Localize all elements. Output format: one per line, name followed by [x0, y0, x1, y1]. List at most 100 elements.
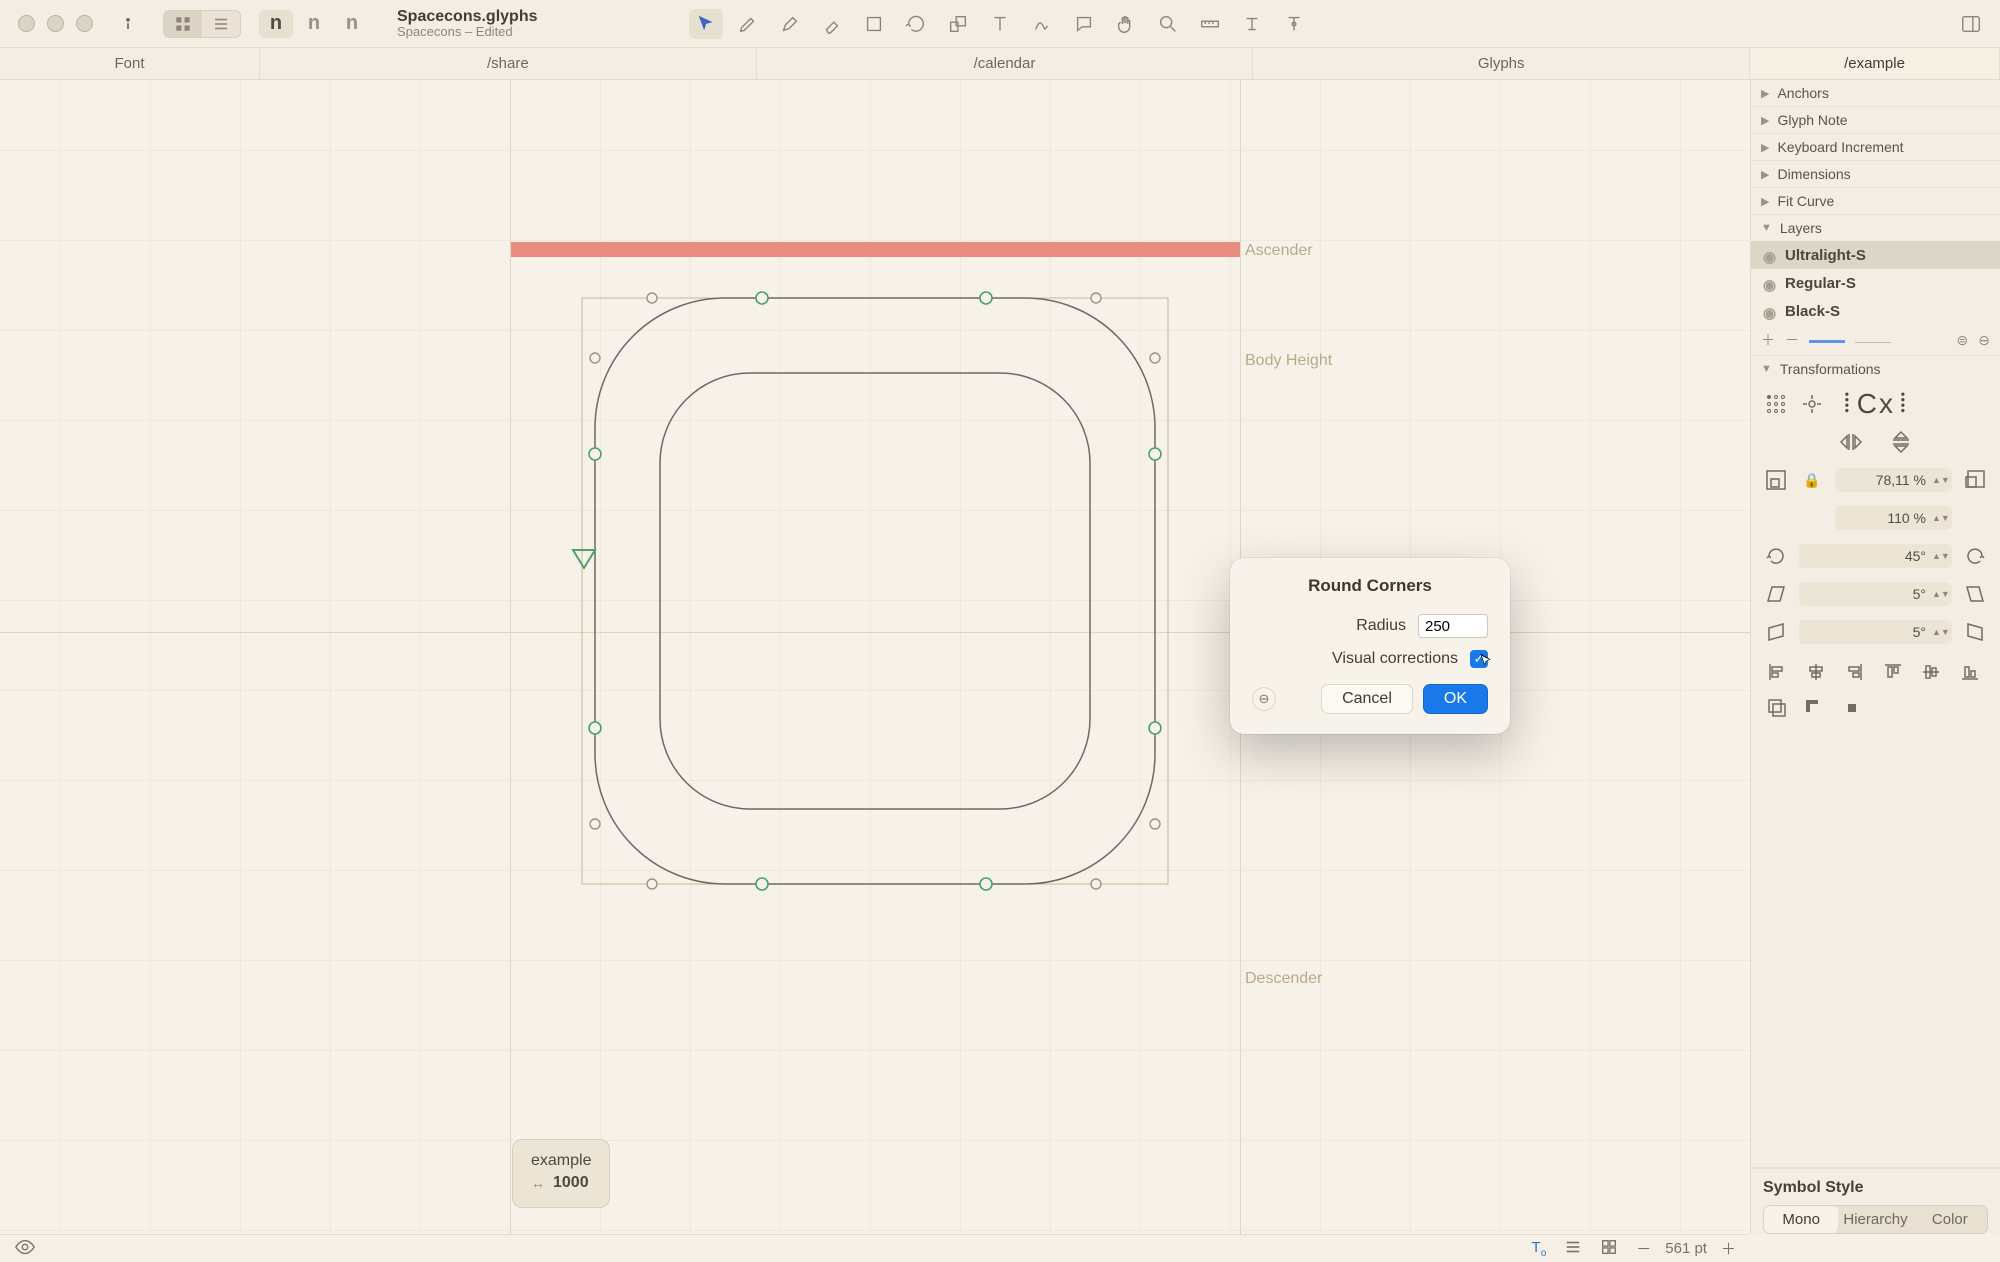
layer-sync-icon[interactable]: ⊜	[1957, 332, 1969, 349]
section-fit-curve[interactable]: ▶Fit Curve	[1751, 188, 2000, 214]
measure-tool[interactable]	[1193, 9, 1227, 39]
stepper-icon[interactable]: ▲▼	[1932, 629, 1944, 635]
rotate-cw-icon[interactable]	[1962, 544, 1988, 568]
scale-y-input[interactable]: 110 %▲▼	[1835, 506, 1952, 530]
layer-black[interactable]: ◉ Black-S	[1751, 297, 2000, 325]
tab-share[interactable]: /share	[260, 48, 757, 79]
transform-origin-center-icon[interactable]	[1799, 392, 1825, 416]
slant-right-icon[interactable]	[1962, 582, 1988, 606]
path-subtract-icon[interactable]	[1800, 696, 1828, 720]
section-transformations[interactable]: ▼Transformations	[1751, 356, 2000, 382]
transform-reference-glyph-icon[interactable]: ⁞Cx⁞	[1843, 388, 1909, 420]
visual-corrections-checkbox[interactable]: ✓	[1470, 650, 1488, 668]
section-anchors[interactable]: ▶Anchors	[1751, 80, 2000, 106]
layer-regular[interactable]: ◉ Regular-S	[1751, 269, 2000, 297]
glyph-info-bubble[interactable]: example ↔ 1000	[512, 1139, 610, 1208]
stepper-icon[interactable]: ▲▼	[1932, 477, 1944, 483]
tab-example[interactable]: /example	[1750, 48, 2000, 79]
section-layers[interactable]: ▼Layers	[1751, 215, 2000, 241]
scale-tool[interactable]	[941, 9, 975, 39]
close-window-button[interactable]	[18, 15, 35, 32]
grid-view-button[interactable]	[164, 11, 202, 37]
glyph-outline[interactable]	[510, 258, 1240, 998]
slant-down-icon[interactable]	[1763, 620, 1789, 644]
flip-horizontal-icon[interactable]	[1838, 430, 1864, 454]
toggle-sidebar-button[interactable]	[1954, 9, 1988, 39]
tab-glyphs[interactable]: Glyphs	[1253, 48, 1750, 79]
section-keyboard-increment[interactable]: ▶Keyboard Increment	[1751, 134, 2000, 160]
text-tool-status-icon[interactable]: To	[1532, 1239, 1547, 1259]
tab-calendar[interactable]: /calendar	[757, 48, 1254, 79]
pencil-tool[interactable]	[773, 9, 807, 39]
zoom-tool[interactable]	[1151, 9, 1185, 39]
section-glyph-note[interactable]: ▶Glyph Note	[1751, 107, 2000, 133]
align-top-icon[interactable]	[1879, 660, 1907, 684]
path-intersect-icon[interactable]	[1838, 696, 1866, 720]
slant-left-icon[interactable]	[1763, 582, 1789, 606]
symbol-style-color[interactable]: Color	[1913, 1206, 1987, 1233]
radius-input[interactable]	[1418, 614, 1488, 638]
zoom-window-button[interactable]	[76, 15, 93, 32]
align-right-icon[interactable]	[1840, 660, 1868, 684]
slant-h-input[interactable]: 5°▲▼	[1799, 582, 1952, 606]
zoom-out-button[interactable]: －	[1636, 1238, 1651, 1259]
info-icon[interactable]	[113, 9, 143, 39]
master-2-button[interactable]: n	[297, 10, 331, 38]
stepper-icon[interactable]: ▲▼	[1932, 591, 1944, 597]
text-tool[interactable]	[983, 9, 1017, 39]
align-center-h-icon[interactable]	[1802, 660, 1830, 684]
status-group-icon[interactable]	[1600, 1238, 1618, 1260]
master-3-button[interactable]: n	[335, 10, 369, 38]
stepper-icon[interactable]: ▲▼	[1932, 553, 1944, 559]
dialog-options-icon[interactable]: ⊖	[1252, 687, 1276, 711]
zoom-value[interactable]: 561 pt	[1665, 1240, 1707, 1257]
align-bottom-icon[interactable]	[1956, 660, 1984, 684]
list-view-button[interactable]	[202, 11, 240, 37]
select-tool[interactable]	[689, 9, 723, 39]
transform-origin-grid-icon[interactable]	[1763, 392, 1789, 416]
comment-tool[interactable]	[1067, 9, 1101, 39]
truetype-tool[interactable]	[1235, 9, 1269, 39]
align-left-icon[interactable]	[1763, 660, 1791, 684]
preview-eye-icon[interactable]	[14, 1236, 36, 1262]
layer-eye-icon[interactable]: ◉	[1763, 276, 1777, 290]
zoom-in-button[interactable]: ＋	[1721, 1238, 1736, 1259]
layer-eye-icon[interactable]: ◉	[1763, 304, 1777, 318]
cancel-button[interactable]: Cancel	[1321, 684, 1413, 714]
edit-canvas[interactable]: Ascender Body Height Descender	[0, 80, 1750, 1234]
section-label: Fit Curve	[1777, 193, 1834, 209]
section-dimensions[interactable]: ▶Dimensions	[1751, 161, 2000, 187]
annotation-tool[interactable]	[1025, 9, 1059, 39]
rotate-ccw-icon[interactable]	[1763, 544, 1789, 568]
master-1-button[interactable]: n	[259, 10, 293, 38]
scale-up-icon[interactable]	[1962, 468, 1988, 492]
add-layer-button[interactable]: ＋	[1761, 330, 1775, 350]
layer-eye-icon[interactable]: ◉	[1763, 248, 1777, 262]
rotate-tool[interactable]	[899, 9, 933, 39]
symbol-style-hierarchy[interactable]: Hierarchy	[1838, 1206, 1912, 1233]
minimize-window-button[interactable]	[47, 15, 64, 32]
symbol-style-mono[interactable]: Mono	[1764, 1206, 1838, 1233]
hand-tool[interactable]	[1109, 9, 1143, 39]
align-center-v-icon[interactable]	[1917, 660, 1945, 684]
rotate-value: 45°	[1905, 548, 1926, 564]
rotate-input[interactable]: 45° ▲▼	[1799, 544, 1952, 568]
layer-ultralight[interactable]: ◉ Ultralight-S	[1751, 241, 2000, 269]
scale-input[interactable]: 78,11 %▲▼	[1835, 468, 1952, 492]
scale-down-icon[interactable]	[1763, 468, 1789, 492]
pen-tool[interactable]	[731, 9, 765, 39]
status-list-icon[interactable]	[1564, 1238, 1582, 1260]
tab-font[interactable]: Font	[0, 48, 260, 79]
primitive-rect-tool[interactable]	[857, 9, 891, 39]
layer-options-icon[interactable]: ⊖	[1978, 332, 1990, 349]
flip-vertical-icon[interactable]	[1888, 430, 1914, 454]
other-tool[interactable]	[1277, 9, 1311, 39]
remove-layer-button[interactable]: －	[1785, 330, 1799, 350]
ok-button[interactable]: OK	[1423, 684, 1488, 714]
slant-up-icon[interactable]	[1962, 620, 1988, 644]
path-union-icon[interactable]	[1763, 696, 1791, 720]
erase-tool[interactable]	[815, 9, 849, 39]
stepper-icon[interactable]: ▲▼	[1932, 515, 1944, 521]
lock-aspect-icon[interactable]: 🔒	[1799, 468, 1825, 492]
slant-v-input[interactable]: 5°▲▼	[1799, 620, 1952, 644]
